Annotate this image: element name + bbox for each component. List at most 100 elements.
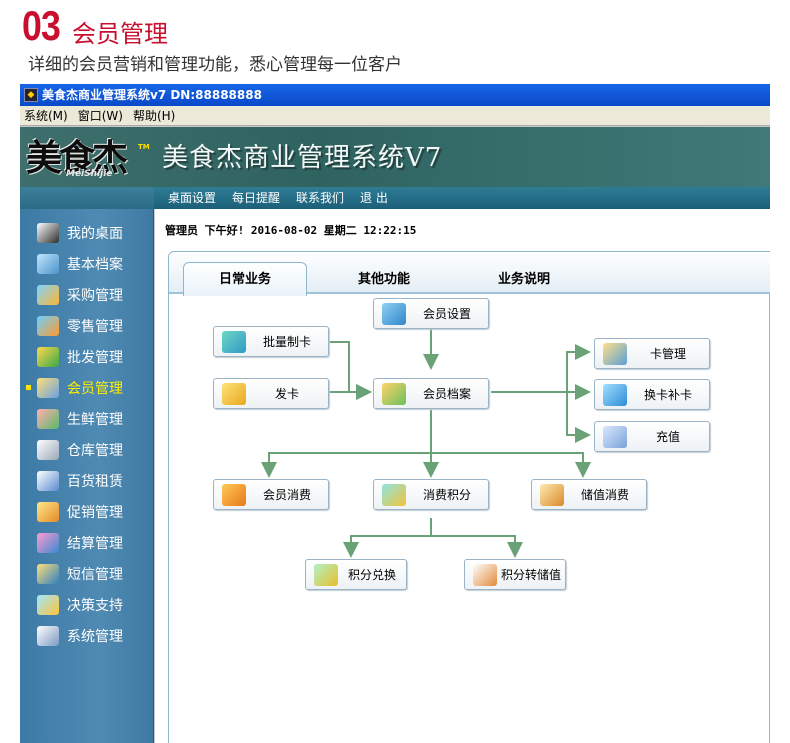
sidebar-item[interactable]: 仓库管理 [20, 434, 154, 465]
node-member-settings[interactable]: 会员设置 [373, 298, 489, 329]
active-marker [26, 447, 31, 452]
brand-logo: 美食杰 MeiShijie TM [26, 129, 154, 185]
arrow-records-to-recharge [566, 392, 591, 443]
sidebar-item-label: 零售管理 [67, 318, 123, 335]
node-batch-card[interactable]: 批量制卡 [213, 326, 329, 357]
node-label: 积分兑换 [347, 568, 396, 582]
sidebar-item-label: 促销管理 [67, 504, 123, 521]
nav-desktop-settings[interactable]: 桌面设置 [166, 187, 218, 209]
arrow-points-to-exchange [343, 535, 431, 558]
active-marker [26, 633, 31, 638]
card-icon [222, 331, 246, 353]
chart-icon [473, 564, 497, 586]
greeting-status: 管理员 下午好! 2016-08-02 星期二 12:22:15 [165, 224, 417, 237]
recharge-icon [603, 426, 627, 448]
sidebar-item[interactable]: 采购管理 [20, 279, 154, 310]
sidebar-item[interactable]: 批发管理 [20, 341, 154, 372]
active-marker [26, 385, 31, 390]
arrow-points-to-tovalue [431, 535, 523, 558]
node-label: 会员档案 [422, 387, 471, 401]
node-label: 换卡补卡 [643, 388, 692, 402]
node-label: 批量制卡 [262, 335, 311, 349]
main-content: 管理员 下午好! 2016-08-02 星期二 12:22:15 日常业务 其他… [155, 209, 770, 743]
active-marker [26, 292, 31, 297]
node-issue-card[interactable]: 发卡 [213, 378, 329, 409]
sidebar-item[interactable]: 结算管理 [20, 527, 154, 558]
node-points-consume[interactable]: 消费积分 [373, 479, 489, 510]
logo-trademark: TM [138, 143, 150, 151]
node-member-consume[interactable]: 会员消费 [213, 479, 329, 510]
node-card-management[interactable]: 卡管理 [594, 338, 710, 369]
card-manage-icon [603, 343, 627, 365]
arrow-records-to-cardmgmt [566, 344, 591, 392]
card-issue-icon [222, 383, 246, 405]
document-icon [37, 253, 59, 274]
active-marker [26, 354, 31, 359]
menu-help[interactable]: 帮助(H) [133, 106, 175, 125]
window-title: 美食杰商业管理系统v7 DN:88888888 [42, 88, 262, 102]
node-label: 储值消费 [580, 488, 629, 502]
arrow-records-to-storedvalue [431, 452, 591, 478]
lease-icon [37, 470, 59, 491]
sidebar-item[interactable]: 我的桌面 [20, 217, 154, 248]
produce-icon [37, 408, 59, 429]
sidebar-item-label: 系统管理 [67, 628, 123, 645]
active-marker [26, 602, 31, 607]
menu-bar: 系统(M) 窗口(W) 帮助(H) [20, 106, 770, 126]
menu-window[interactable]: 窗口(W) [78, 106, 123, 125]
active-marker [26, 540, 31, 545]
exchange-icon [314, 564, 338, 586]
node-card-replace[interactable]: 换卡补卡 [594, 379, 710, 410]
menu-system[interactable]: 系统(M) [24, 106, 68, 125]
section-subtitle: 详细的会员营销和管理功能，悉心管理每一位客户 [28, 55, 402, 75]
node-label: 会员消费 [262, 488, 311, 502]
sidebar-item-label: 百货租赁 [67, 473, 123, 490]
node-label: 积分转储值 [500, 568, 561, 582]
receipt-icon [222, 484, 246, 506]
sidebar-item[interactable]: 促销管理 [20, 496, 154, 527]
sidebar-item[interactable]: 短信管理 [20, 558, 154, 589]
sidebar: 我的桌面基本档案采购管理零售管理批发管理会员管理生鲜管理仓库管理百货租赁促销管理… [20, 209, 154, 743]
logo-english: MeiShijie [66, 169, 113, 179]
arrow-records-to-consume [261, 452, 431, 478]
sidebar-item[interactable]: 零售管理 [20, 310, 154, 341]
pos-icon [37, 315, 59, 336]
sms-icon [37, 563, 59, 584]
nav-contact-us[interactable]: 联系我们 [294, 187, 346, 209]
node-recharge[interactable]: 充值 [594, 421, 710, 452]
top-nav: 桌面设置 每日提醒 联系我们 退 出 [154, 187, 770, 209]
section-title: 会员管理 [72, 20, 168, 48]
sidebar-item[interactable]: 决策支持 [20, 589, 154, 620]
settlement-icon [37, 532, 59, 553]
node-points-to-value[interactable]: 积分转储值 [464, 559, 566, 590]
sidebar-item[interactable]: 基本档案 [20, 248, 154, 279]
sidebar-item[interactable]: 会员管理 [20, 372, 154, 403]
node-points-exchange[interactable]: 积分兑换 [305, 559, 407, 590]
active-marker [26, 261, 31, 266]
sidebar-item-label: 仓库管理 [67, 442, 123, 459]
box-icon [37, 346, 59, 367]
sidebar-item-label: 批发管理 [67, 349, 123, 366]
sidebar-item-label: 基本档案 [67, 256, 123, 273]
sidebar-item[interactable]: 系统管理 [20, 620, 154, 651]
sidebar-item-label: 决策支持 [67, 597, 123, 614]
sidebar-item[interactable]: 百货租赁 [20, 465, 154, 496]
window-titlebar[interactable]: ◆ 美食杰商业管理系统v7 DN:88888888 [20, 84, 770, 106]
active-marker [26, 323, 31, 328]
sidebar-item-label: 会员管理 [67, 380, 123, 397]
node-member-records[interactable]: 会员档案 [373, 378, 489, 409]
node-stored-value-consume[interactable]: 储值消费 [531, 479, 647, 510]
warehouse-icon [37, 439, 59, 460]
truck-icon [37, 284, 59, 305]
active-marker [26, 416, 31, 421]
node-label: 发卡 [274, 387, 299, 401]
folder-icon [382, 383, 406, 405]
nav-exit[interactable]: 退 出 [358, 187, 390, 209]
app-icon: ◆ [24, 88, 38, 102]
sidebar-item[interactable]: 生鲜管理 [20, 403, 154, 434]
settings-icon [382, 303, 406, 325]
active-marker [26, 478, 31, 483]
sidebar-item-label: 短信管理 [67, 566, 123, 583]
nav-daily-reminder[interactable]: 每日提醒 [230, 187, 282, 209]
coins-icon [382, 484, 406, 506]
